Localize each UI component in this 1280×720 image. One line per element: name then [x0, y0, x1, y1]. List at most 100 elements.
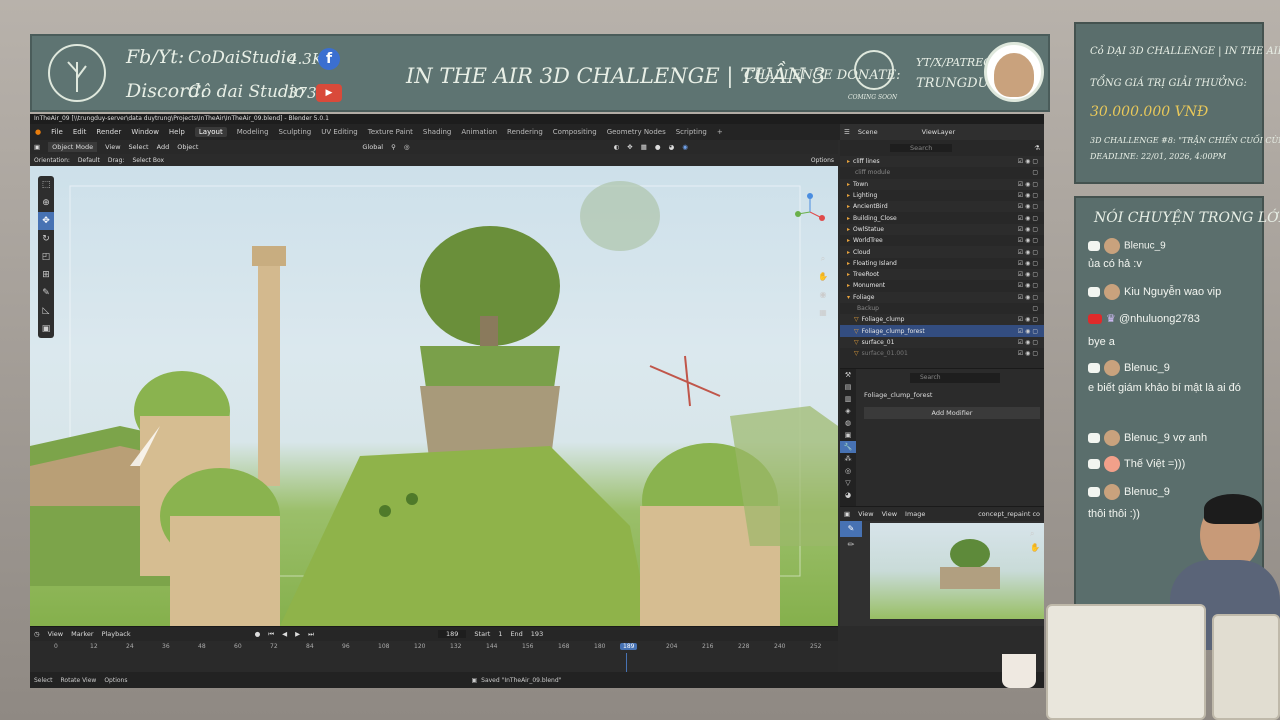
physics-tab-icon[interactable]: ◎ [840, 465, 856, 477]
transform-tool-icon[interactable]: ⊞ [38, 266, 54, 284]
tab-shading[interactable]: Shading [423, 128, 451, 136]
tab-compositing[interactable]: Compositing [553, 128, 597, 136]
outliner-row[interactable]: ▸ Lighting ☑◉▢ [840, 190, 1044, 201]
jump-start-icon[interactable]: ⏮ [268, 630, 274, 639]
outliner-row[interactable]: ▽ Foliage_clump ☑◉▢ [840, 314, 1044, 326]
outliner-row[interactable]: ▸ AncientBird ☑◉▢ [840, 201, 1044, 213]
ie-menu-view2[interactable]: View [882, 510, 897, 518]
shading-material-icon[interactable]: ◕ [669, 143, 675, 151]
start-frame-field[interactable]: 1 [498, 630, 502, 638]
menu-window[interactable]: Window [131, 128, 159, 136]
vp-menu-object[interactable]: Object [177, 143, 198, 151]
outliner-row[interactable]: ▽ Foliage_clump_forest ☑◉▢ [840, 325, 1044, 337]
jump-end-icon[interactable]: ⏭ [308, 630, 314, 639]
visibility-icon[interactable]: ☑◉▢ [1018, 350, 1040, 357]
camera-icon[interactable]: ◉ [816, 286, 830, 304]
menu-help[interactable]: Help [169, 128, 185, 136]
shading-rendered-icon[interactable]: ◉ [682, 143, 688, 151]
orientation-select[interactable]: Default [78, 157, 100, 164]
play-icon[interactable]: ▶ [295, 630, 300, 638]
pan-hand-icon[interactable]: ✋ [1030, 541, 1040, 555]
rotate-tool-icon[interactable]: ↻ [38, 230, 54, 248]
add-workspace-button[interactable]: + [717, 128, 723, 136]
outliner-row[interactable]: ▾ Foliage ☑◉▢ [840, 291, 1044, 303]
world-tab-icon[interactable]: ◍ [840, 417, 856, 429]
visibility-icon[interactable]: ☑◉▢ [1018, 226, 1040, 233]
current-frame-field[interactable]: 189 [437, 630, 467, 638]
tab-uv-editing[interactable]: UV Editing [321, 128, 358, 136]
active-object-name[interactable]: Foliage_clump_forest [864, 391, 932, 399]
visibility-icon[interactable]: ☑◉▢ [1018, 237, 1040, 244]
zoom-icon[interactable]: ⌕ [1030, 527, 1040, 541]
outliner-row[interactable]: ▸ Floating Island ☑◉▢ [840, 258, 1044, 269]
blender-logo-icon[interactable]: ● [35, 128, 41, 136]
3d-viewport[interactable]: ▣ Object Mode View Select Add Object Glo… [30, 140, 838, 626]
visibility-icon[interactable]: ☑◉▢ [1018, 215, 1040, 222]
ie-menu-image[interactable]: Image [905, 510, 925, 518]
sample-tool-icon[interactable]: ✎ [840, 521, 862, 537]
material-tab-icon[interactable]: ◕ [840, 489, 856, 501]
select-tool-icon[interactable]: ⬚ [38, 176, 54, 194]
tab-layout[interactable]: Layout [194, 127, 227, 137]
visibility-icon[interactable]: ☑◉▢ [1018, 339, 1040, 346]
timeline-editor-icon[interactable]: ◷ [34, 630, 40, 638]
modifier-tab-icon[interactable]: 🔧 [840, 441, 856, 453]
object-tab-icon[interactable]: ▣ [840, 429, 856, 441]
mode-select[interactable]: Object Mode [48, 142, 98, 152]
outliner-editor-icon[interactable]: ☰ [844, 128, 850, 136]
vp-menu-add[interactable]: Add [157, 143, 170, 151]
xray-icon[interactable]: ▦ [641, 143, 647, 151]
outliner-search-input[interactable]: Search [890, 144, 953, 152]
outliner-row[interactable]: ▽ surface_01 ☑◉▢ [840, 336, 1044, 349]
visibility-icon[interactable]: ☑◉▢ [1018, 316, 1040, 323]
editor-type-icon[interactable]: ▣ [34, 143, 40, 151]
annotate-tool-icon[interactable]: ✎ [38, 284, 54, 302]
vp-menu-select[interactable]: Select [129, 143, 149, 151]
menu-file[interactable]: File [51, 128, 63, 136]
tool-tab-icon[interactable]: ⚒ [840, 369, 856, 381]
tab-sculpting[interactable]: Sculpting [279, 128, 312, 136]
visibility-icon[interactable]: ▢ [1032, 305, 1040, 312]
pan-hand-icon[interactable]: ✋ [816, 268, 830, 286]
scene-tab-icon[interactable]: ◈ [840, 405, 856, 417]
scale-tool-icon[interactable]: ◰ [38, 248, 54, 266]
outliner-row[interactable]: ▸ Monument ☑◉▢ [840, 280, 1044, 291]
tab-geometry-nodes[interactable]: Geometry Nodes [607, 128, 666, 136]
scene-render[interactable] [30, 166, 838, 626]
transform-orientation-select[interactable]: Global [362, 143, 383, 151]
props-search-input[interactable]: Search [910, 373, 1000, 383]
outliner-row[interactable]: ▸ TreeRoot ☑◉▢ [840, 268, 1044, 281]
visibility-icon[interactable]: ☑◉▢ [1018, 260, 1040, 267]
tab-texture-paint[interactable]: Texture Paint [368, 128, 413, 136]
add-cube-tool-icon[interactable]: ▣ [38, 320, 54, 338]
visibility-icon[interactable]: ☑◉▢ [1018, 181, 1040, 188]
end-frame-field[interactable]: 193 [531, 630, 543, 638]
snap-icon[interactable]: ⚲ [391, 143, 396, 151]
image-editor-type-icon[interactable]: ▣ [844, 510, 850, 518]
proportional-edit-icon[interactable]: ◎ [404, 143, 410, 151]
menu-render[interactable]: Render [96, 128, 121, 136]
filter-icon[interactable]: ⚗ [1034, 144, 1040, 152]
cursor-tool-icon[interactable]: ⊕ [38, 194, 54, 212]
shading-solid-icon[interactable]: ● [655, 143, 661, 151]
tab-modeling[interactable]: Modeling [237, 128, 269, 136]
outliner-row[interactable]: ▸ WorldTree ☑◉▢ [840, 235, 1044, 246]
vp-menu-view[interactable]: View [105, 143, 120, 151]
zoom-icon[interactable]: ⌕ [816, 250, 830, 268]
outliner-row[interactable]: ▸ cliff lines ☑◉▢ [840, 156, 1044, 168]
outliner-row[interactable]: ▽ surface_01.001 ☑◉▢ [840, 348, 1044, 359]
move-tool-icon[interactable]: ✥ [38, 212, 54, 230]
visibility-icon[interactable]: ▢ [1032, 169, 1040, 176]
ie-menu-view[interactable]: View [858, 510, 873, 518]
navigation-gizmo-icon[interactable] [790, 192, 830, 232]
visibility-icon[interactable]: ☑◉▢ [1018, 203, 1040, 210]
image-name-field[interactable]: concept_repaint co [978, 510, 1040, 518]
visibility-icon[interactable]: ☑◉▢ [1018, 271, 1040, 278]
particles-tab-icon[interactable]: ⁂ [840, 453, 856, 465]
timeline-menu-marker[interactable]: Marker [71, 630, 93, 638]
outliner-row[interactable]: ▸ Cloud ☑◉▢ [840, 246, 1044, 258]
data-tab-icon[interactable]: ▽ [840, 477, 856, 489]
outliner-row[interactable]: cliff module ▢ [840, 167, 1044, 178]
outliner-row[interactable]: Backup ▢ [840, 303, 1044, 314]
visibility-icon[interactable]: ☑◉▢ [1018, 294, 1040, 301]
